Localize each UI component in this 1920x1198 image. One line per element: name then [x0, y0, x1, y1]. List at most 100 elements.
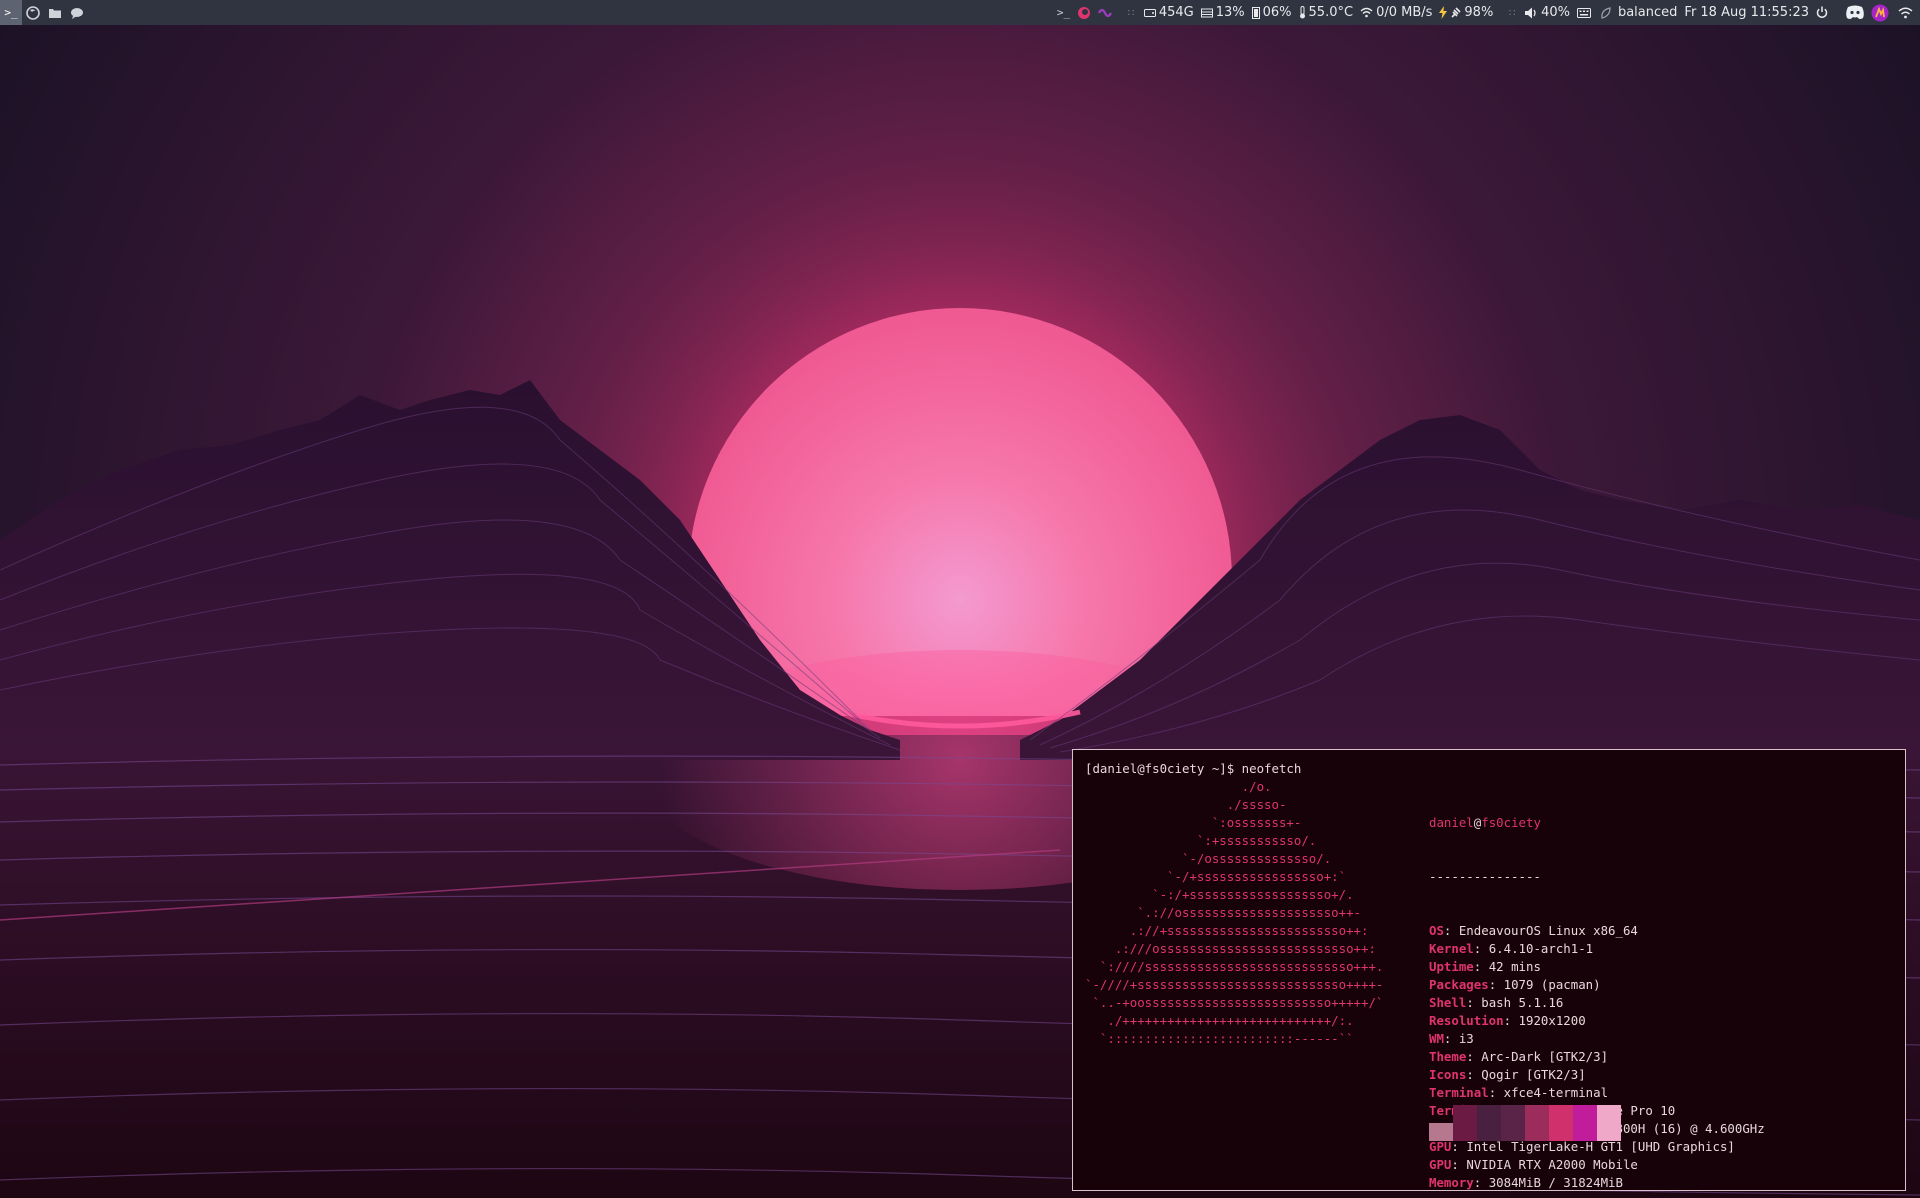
info-colon: : [1473, 959, 1489, 974]
logo-line: `.://osssssssssssssssssssso++- [1085, 905, 1362, 920]
workspace-firefox[interactable] [22, 0, 44, 25]
info-value: xfce4-terminal [1503, 1085, 1609, 1100]
info-value: bash 5.1.16 [1481, 995, 1564, 1010]
leaf-icon [1601, 6, 1611, 19]
info-value: 1079 (pacman) [1503, 977, 1601, 992]
network-value: 0/0 MB/s [1376, 5, 1433, 20]
info-colon: : [1451, 1157, 1467, 1172]
info-key: Shell [1429, 995, 1467, 1010]
info-key: Packages [1429, 977, 1489, 992]
hostname: fs0ciety [1481, 815, 1541, 830]
discord-icon[interactable] [1844, 2, 1866, 24]
plug-icon [1450, 6, 1461, 19]
prompt-indicator: >_ [1056, 6, 1071, 19]
info-value: NVIDIA RTX A2000 Mobile [1466, 1157, 1638, 1172]
info-colon: : [1488, 1085, 1504, 1100]
logo-line: `:::::::::::::::::::::::::------`` [1085, 1031, 1354, 1046]
info-key: GPU [1429, 1139, 1452, 1154]
color-swatch [1549, 1105, 1573, 1141]
info-row: Theme: Arc-Dark [GTK2/3] [1429, 1048, 1765, 1066]
power-button[interactable] [1816, 6, 1828, 19]
info-row: Shell: bash 5.1.16 [1429, 994, 1765, 1012]
logo-line: `:+sssssssssso/. [1085, 833, 1317, 848]
terminal-window[interactable]: [daniel@fs0ciety ~]$ neofetch ./o. ./sss… [1072, 749, 1906, 1191]
info-value: 1920x1200 [1518, 1013, 1586, 1028]
temperature-module: 55.0°C [1299, 5, 1353, 20]
info-colon: : [1466, 1049, 1482, 1064]
clock[interactable]: Fr 18 Aug 11:55:23 [1684, 5, 1809, 20]
info-colon: : [1473, 941, 1489, 956]
logo-line: `-/+sssssssssssssssso+:` [1085, 869, 1347, 884]
info-row: Uptime: 42 mins [1429, 958, 1765, 976]
disk-icon [1143, 8, 1156, 18]
info-row: WM: i3 [1429, 1030, 1765, 1048]
workspace-chat[interactable] [66, 0, 88, 25]
info-key: Resolution [1429, 1013, 1504, 1028]
volume-value: 40% [1541, 5, 1570, 20]
info-key: WM [1429, 1031, 1444, 1046]
network-module: 0/0 MB/s [1360, 5, 1432, 20]
system-tray [1841, 2, 1916, 24]
logo-line: ./++++++++++++++++++++++++++++/:. [1085, 1013, 1354, 1028]
swap-value: 06% [1262, 5, 1292, 20]
desktop: >_ >_:: 454G 13% 06% 55.0°C 0/0 MB/s 98… [0, 0, 1920, 1198]
info-row: Icons: Qogir [GTK2/3] [1429, 1066, 1765, 1084]
info-value: Arc-Dark [GTK2/3] [1481, 1049, 1609, 1064]
info-row: Kernel: 6.4.10-arch1-1 [1429, 940, 1765, 958]
folder-icon [49, 8, 61, 18]
info-value: i3 [1458, 1031, 1474, 1046]
separator-line: --------------- [1429, 869, 1541, 884]
separator: :: [1508, 7, 1518, 18]
memory-module: 13% [1200, 5, 1245, 20]
top-status-bar: >_ >_:: 454G 13% 06% 55.0°C 0/0 MB/s 98… [0, 0, 1920, 25]
battery-value: 98% [1464, 5, 1494, 20]
keyboard-icon [1576, 7, 1591, 18]
info-row: Packages: 1079 (pacman) [1429, 976, 1765, 994]
status-modules: >_ :: 454G 13% 06% 55.0°C 0/0 MB/s 98%:… [1057, 0, 1920, 25]
info-value: 42 mins [1488, 959, 1541, 974]
info-value: 6.4.10-arch1-1 [1488, 941, 1594, 956]
power-profile-module[interactable]: balanced [1601, 5, 1677, 20]
volume-module[interactable]: 40% [1525, 5, 1570, 20]
charging-bolt-icon [1439, 6, 1448, 19]
info-key: OS [1429, 923, 1444, 938]
chat-icon [71, 7, 83, 19]
logo-line: `-:/+sssssssssssssssssso+/. [1085, 887, 1354, 902]
thermometer-icon [1299, 6, 1306, 19]
info-colon: : [1451, 1139, 1467, 1154]
separator: :: [1127, 7, 1136, 18]
app-tray-icon[interactable] [1098, 7, 1113, 19]
info-colon: : [1443, 923, 1459, 938]
logo-line: .:///ossssssssssssssssssssssssso++: [1085, 941, 1376, 956]
color-palette [1429, 1105, 1621, 1141]
info-key: Uptime [1429, 959, 1474, 974]
info-key: Terminal [1429, 1085, 1489, 1100]
user-host-line: daniel@fs0ciety [1429, 814, 1765, 832]
clock-value: Fr 18 Aug 11:55:23 [1684, 5, 1809, 20]
swap-module: 06% [1251, 5, 1292, 20]
app-icon[interactable] [1869, 2, 1891, 24]
info-colon: : [1443, 1031, 1459, 1046]
firefox-tray-icon[interactable] [1077, 6, 1091, 20]
wifi-icon[interactable] [1894, 2, 1916, 24]
logo-line: `-////+ssssssssssssssssssssssssssso++++- [1085, 977, 1384, 992]
info-colon: : [1473, 1175, 1489, 1190]
memory-value: 13% [1215, 5, 1245, 20]
info-row: OS: EndeavourOS Linux x86_64 [1429, 922, 1765, 940]
color-swatch [1453, 1105, 1477, 1141]
logo-line: `-/ossssssssssssso/. [1085, 851, 1332, 866]
terminal-icon: >_ [4, 6, 18, 19]
logo-line: ./o. [1085, 779, 1272, 794]
color-swatch [1429, 1123, 1453, 1141]
color-swatch [1597, 1105, 1621, 1141]
logo-line: `:osssssss+- [1085, 815, 1302, 830]
info-colon: : [1466, 1067, 1482, 1082]
info-value: Intel TigerLake-H GT1 [UHD Graphics] [1466, 1139, 1735, 1154]
workspace-terminal[interactable]: >_ [0, 0, 22, 25]
color-swatch [1501, 1105, 1525, 1141]
memory-icon [1200, 8, 1213, 18]
workspace-files[interactable] [44, 0, 66, 25]
battery-module: 98% [1439, 5, 1493, 20]
info-key: Memory [1429, 1175, 1474, 1190]
info-value: EndeavourOS Linux x86_64 [1458, 923, 1638, 938]
